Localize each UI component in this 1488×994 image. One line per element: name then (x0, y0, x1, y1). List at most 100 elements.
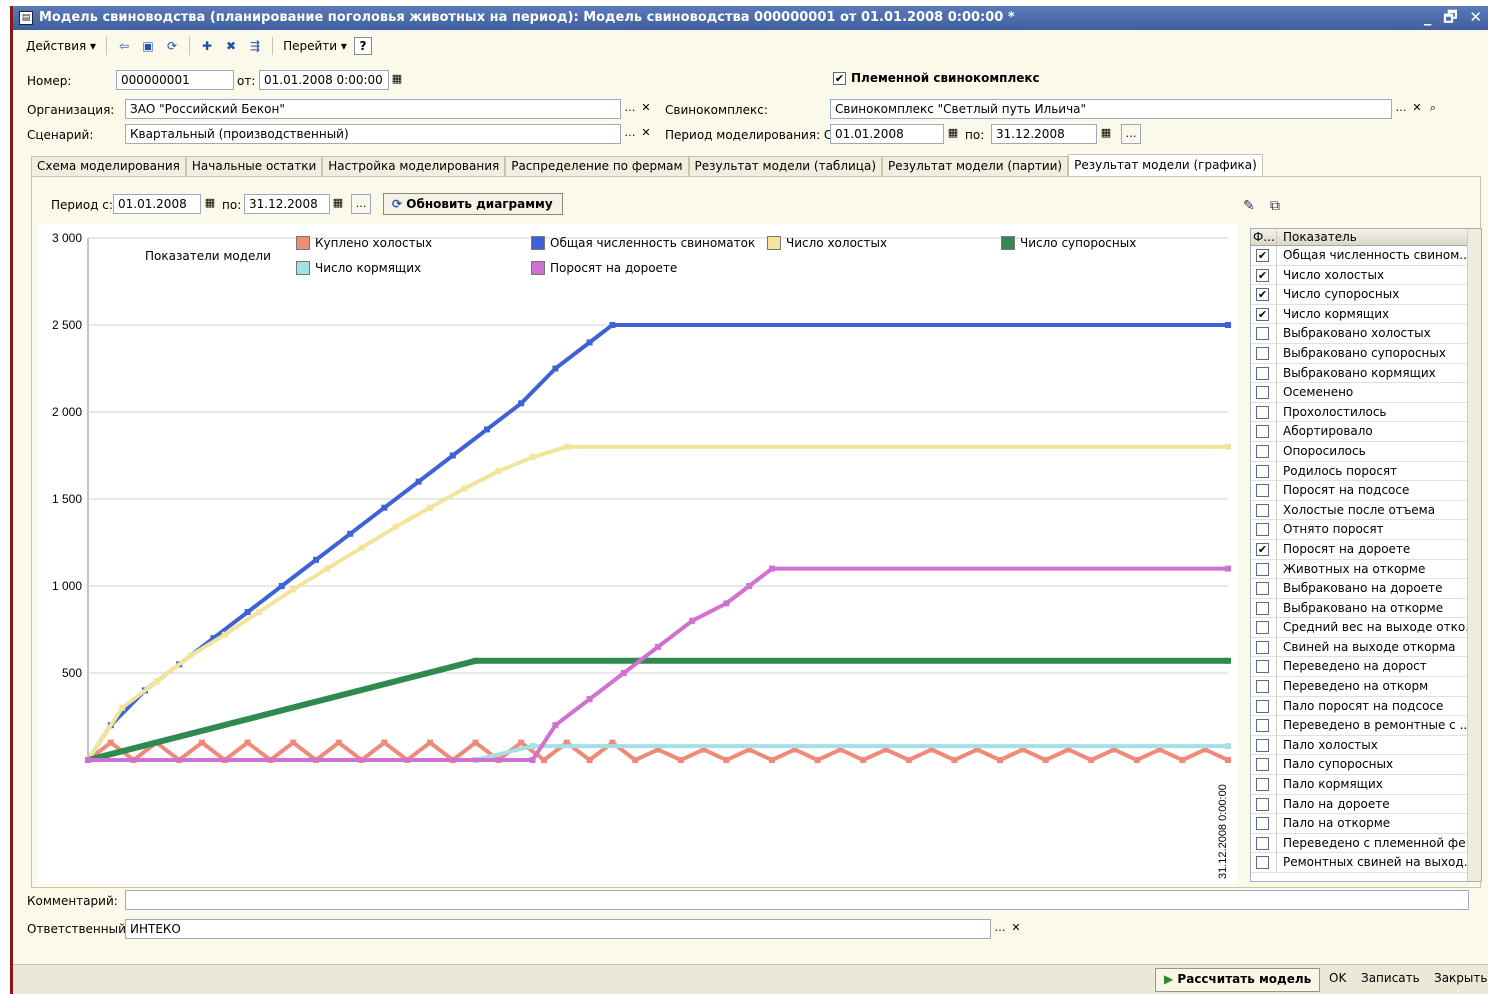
indicator-row[interactable]: Выбраковано холостых (1251, 324, 1481, 344)
indicator-row[interactable]: Пало кормящих (1251, 775, 1481, 795)
indicator-checkbox[interactable] (1256, 660, 1269, 674)
complex-select-button[interactable]: … (1393, 99, 1409, 119)
indicator-checkbox[interactable] (1256, 444, 1269, 458)
period-to-field[interactable]: 31.12.2008 (991, 124, 1097, 144)
indicator-row[interactable]: Пало на откорме (1251, 814, 1481, 834)
indicator-checkbox[interactable] (1256, 621, 1269, 635)
responsible-field[interactable]: ИНТЕКО (125, 919, 991, 939)
indicator-checkbox[interactable]: ✔ (1256, 268, 1269, 282)
indicator-row[interactable]: Выбраковано супоросных (1251, 343, 1481, 364)
post-document-icon[interactable]: ✚ (197, 36, 217, 56)
indicator-row[interactable]: ✔ Поросят на дороете (1251, 539, 1481, 560)
indicator-row[interactable]: Выбраковано кормящих (1251, 363, 1481, 384)
close-window-button[interactable]: ✕ (1469, 6, 1482, 30)
scenario-clear-icon[interactable]: ✕ (638, 124, 654, 144)
unpost-document-icon[interactable]: ✖ (221, 36, 241, 56)
indicator-row[interactable]: Животных на откорме (1251, 559, 1481, 580)
refresh-icon[interactable]: ⟳ (162, 36, 182, 56)
complex-search-icon[interactable]: ⌕ (1425, 99, 1441, 119)
chart-period-to-field[interactable]: 31.12.2008 (244, 194, 330, 214)
indicator-row[interactable]: Родилось поросят (1251, 461, 1481, 482)
indicator-row[interactable]: Пало супоросных (1251, 755, 1481, 776)
responsible-clear-icon[interactable]: ✕ (1008, 919, 1024, 939)
chart-period-select-button[interactable]: ... (351, 194, 371, 214)
indicator-row[interactable]: Пало поросят на подсосе (1251, 696, 1481, 717)
indicator-checkbox[interactable] (1256, 523, 1269, 537)
period-select-button[interactable]: … (1121, 124, 1141, 144)
indicator-row[interactable]: Опоросилось (1251, 441, 1481, 462)
complex-clear-icon[interactable]: ✕ (1409, 99, 1425, 119)
indicator-checkbox[interactable]: ✔ (1256, 249, 1269, 262)
indicator-row[interactable]: Выбраковано на откорме (1251, 598, 1481, 619)
comment-field[interactable] (125, 890, 1469, 910)
complex-field[interactable]: Свинокомплекс "Светлый путь Ильича" (830, 99, 1392, 119)
indicator-row[interactable]: ✔ Число супоросных (1251, 285, 1481, 305)
indicator-checkbox[interactable] (1256, 405, 1269, 419)
indicator-row[interactable]: Переведено на дорост (1251, 657, 1481, 678)
indicator-row[interactable]: ✔ Число холостых (1251, 265, 1481, 286)
indicator-row[interactable]: Холостые после отъема (1251, 500, 1481, 521)
indicator-row[interactable]: ✔ Общая численность свином... (1251, 246, 1481, 266)
indicator-row[interactable]: Выбраковано на дороете (1251, 579, 1481, 599)
refresh-chart-button[interactable]: ⟳ Обновить диаграмму (383, 193, 563, 215)
org-select-button[interactable]: … (622, 99, 638, 119)
indicator-checkbox[interactable]: ✔ (1256, 288, 1269, 302)
indicator-checkbox[interactable] (1256, 738, 1269, 752)
calendar-icon[interactable]: ▦ (389, 70, 405, 90)
actions-menu-button[interactable]: Действия ▾ (23, 36, 99, 56)
responsible-select-button[interactable]: … (992, 919, 1008, 939)
close-button[interactable]: Закрыть (1426, 968, 1488, 992)
indicator-row[interactable]: Отнято поросят (1251, 520, 1481, 540)
copy-icon[interactable]: ⧉ (1270, 198, 1280, 214)
indicator-row[interactable]: Прохолостилось (1251, 402, 1481, 423)
breeding-checkbox[interactable]: ✔ (833, 72, 846, 85)
indicator-row[interactable]: Пало на дороете (1251, 794, 1481, 815)
indicator-checkbox[interactable]: ✔ (1256, 542, 1269, 556)
indicator-checkbox[interactable] (1256, 856, 1269, 870)
indicator-checkbox[interactable] (1256, 425, 1269, 439)
indicator-row[interactable]: Абортировало (1251, 422, 1481, 442)
tab-schema[interactable]: Схема моделирования (31, 156, 186, 176)
restore-button[interactable]: 🗗 (1443, 6, 1457, 30)
indicator-row[interactable]: ✔ Число кормящих (1251, 304, 1481, 325)
indicator-checkbox[interactable] (1256, 680, 1269, 694)
scenario-select-button[interactable]: … (622, 124, 638, 144)
calculate-model-button[interactable]: ▶ Рассчитать модель (1155, 968, 1321, 992)
indicator-checkbox[interactable] (1256, 797, 1269, 811)
indicator-row[interactable]: Свиней на выходе откорма (1251, 637, 1481, 658)
tab-result-batches[interactable]: Результат модели (партии) (882, 156, 1069, 176)
org-field[interactable]: ЗАО "Российский Бекон" (125, 99, 621, 119)
indicator-checkbox[interactable] (1256, 601, 1269, 615)
goto-menu-button[interactable]: Перейти ▾ (280, 36, 350, 56)
structure-icon[interactable]: ⇶ (245, 36, 265, 56)
indicator-checkbox[interactable] (1256, 758, 1269, 772)
indicator-checkbox[interactable] (1256, 562, 1269, 576)
help-button[interactable]: ? (353, 37, 372, 55)
date-field[interactable]: 01.01.2008 0:00:00 (259, 70, 389, 90)
indicator-row[interactable]: Осеменено (1251, 383, 1481, 403)
back-arrow-icon[interactable]: ⇦ (114, 36, 134, 56)
header-indicator-column[interactable]: Показатель (1277, 229, 1481, 245)
indicators-scrollbar[interactable] (1467, 229, 1481, 881)
tab-farm-distribution[interactable]: Распределение по фермам (505, 156, 689, 176)
indicator-checkbox[interactable] (1256, 699, 1269, 713)
calendar-icon[interactable]: ▦ (202, 194, 218, 214)
indicator-row[interactable]: Поросят на подсосе (1251, 481, 1481, 501)
chart-settings-icon[interactable]: ✎ (1243, 198, 1255, 214)
indicator-checkbox[interactable] (1256, 366, 1269, 380)
indicator-checkbox[interactable] (1256, 464, 1269, 478)
header-flag-column[interactable]: Ф... (1251, 229, 1277, 245)
number-field[interactable]: 000000001 (116, 70, 234, 90)
indicator-checkbox[interactable] (1256, 503, 1269, 517)
indicator-checkbox[interactable] (1256, 327, 1269, 341)
indicator-row[interactable]: Средний вес на выходе отко... (1251, 618, 1481, 638)
tab-result-table[interactable]: Результат модели (таблица) (688, 156, 882, 176)
tab-result-graphics[interactable]: Результат модели (графика) (1068, 154, 1263, 176)
indicator-row[interactable]: Переведено с племенной фе... (1251, 833, 1481, 854)
scenario-field[interactable]: Квартальный (производственный) (125, 124, 621, 144)
ok-button[interactable]: OK (1321, 968, 1354, 992)
tab-settings[interactable]: Настройка моделирования (322, 156, 506, 176)
tab-initial-balances[interactable]: Начальные остатки (185, 156, 323, 176)
indicator-row[interactable]: Переведено на откорм (1251, 677, 1481, 697)
calendar-icon[interactable]: ▦ (330, 194, 346, 214)
